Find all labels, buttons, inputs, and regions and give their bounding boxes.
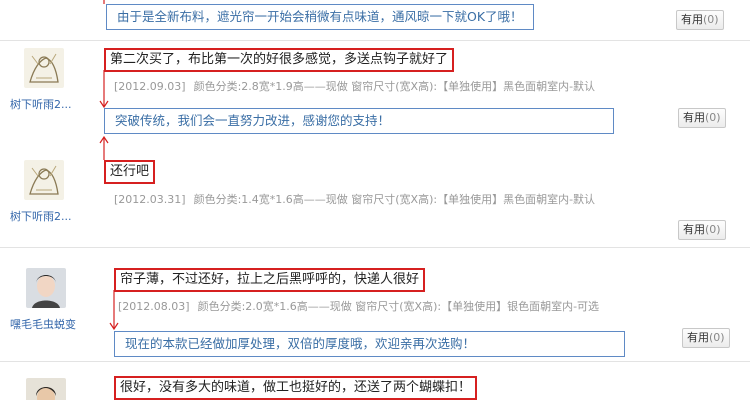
review-comment: 第二次买了，布比第一次的好很多感觉，多送点钩子就好了 (104, 48, 455, 72)
seller-reply: 突破传统，我们会一直努力改进，感谢您的支持！ (104, 108, 614, 134)
review-divider (0, 247, 750, 248)
annotation-arrow (99, 136, 109, 160)
username[interactable]: 嘿毛毛虫蜕变 (10, 316, 76, 332)
review-spec: 颜色分类:2.8宽*1.9高——现做 窗帘尺寸(宽X高):【单独使用】黑色面朝室… (193, 80, 596, 93)
annotation-arrow (103, 0, 105, 4)
useful-label: 有用 (683, 111, 705, 124)
avatar[interactable] (24, 160, 64, 200)
review-comment: 帘子薄，不过还好，拉上之后黑呼呼的，快递人很好 (114, 268, 426, 292)
useful-label: 有用 (681, 13, 703, 26)
review-spec: 颜色分类:1.4宽*1.6高——现做 窗帘尺寸(宽X高):【单独使用】黑色面朝室… (193, 193, 596, 206)
useful-button[interactable]: 有用(0) (682, 328, 730, 348)
username[interactable]: 树下听雨2... (10, 208, 72, 224)
useful-button[interactable]: 有用(0) (678, 220, 726, 240)
review-divider (0, 361, 750, 362)
seller-reply: 现在的本款已经做加厚处理，双倍的厚度哦，欢迎亲再次选购！ (114, 331, 625, 357)
useful-button[interactable]: 有用(0) (678, 108, 726, 128)
review-date: [2012.09.03] (114, 80, 186, 93)
useful-count: (0) (709, 331, 725, 344)
seller-reply: 由于是全新布料，遮光帘一开始会稍微有点味道，通风晾一下就OK了哦！ (106, 4, 534, 30)
annotation-arrow (109, 290, 119, 331)
useful-count: (0) (703, 13, 719, 26)
annotation-arrow (99, 70, 109, 109)
review-meta: [2012.08.03] 颜色分类:2.0宽*1.6高——现做 窗帘尺寸(宽X高)… (118, 298, 599, 314)
useful-label: 有用 (683, 223, 705, 236)
review-date: [2012.03.31] (114, 193, 186, 206)
review-spec: 颜色分类:2.0宽*1.6高——现做 窗帘尺寸(宽X高):【单独使用】银色面朝室… (197, 300, 600, 313)
review-meta: [2012.03.31] 颜色分类:1.4宽*1.6高——现做 窗帘尺寸(宽X高)… (114, 191, 595, 207)
review-meta: [2012.09.03] 颜色分类:2.8宽*1.9高——现做 窗帘尺寸(宽X高)… (114, 78, 595, 94)
useful-count: (0) (705, 223, 721, 236)
avatar[interactable] (26, 268, 66, 308)
useful-label: 有用 (687, 331, 709, 344)
useful-count: (0) (705, 111, 721, 124)
review-comment: 还行吧 (104, 160, 156, 184)
avatar[interactable] (26, 378, 66, 400)
review-comment: 很好，没有多大的味道，做工也挺好的，还送了两个蝴蝶扣！ (114, 376, 478, 400)
useful-button[interactable]: 有用(0) (676, 10, 724, 30)
avatar[interactable] (24, 48, 64, 88)
review-date: [2012.08.03] (118, 300, 190, 313)
username[interactable]: 树下听雨2... (10, 96, 72, 112)
review-divider (0, 40, 750, 41)
